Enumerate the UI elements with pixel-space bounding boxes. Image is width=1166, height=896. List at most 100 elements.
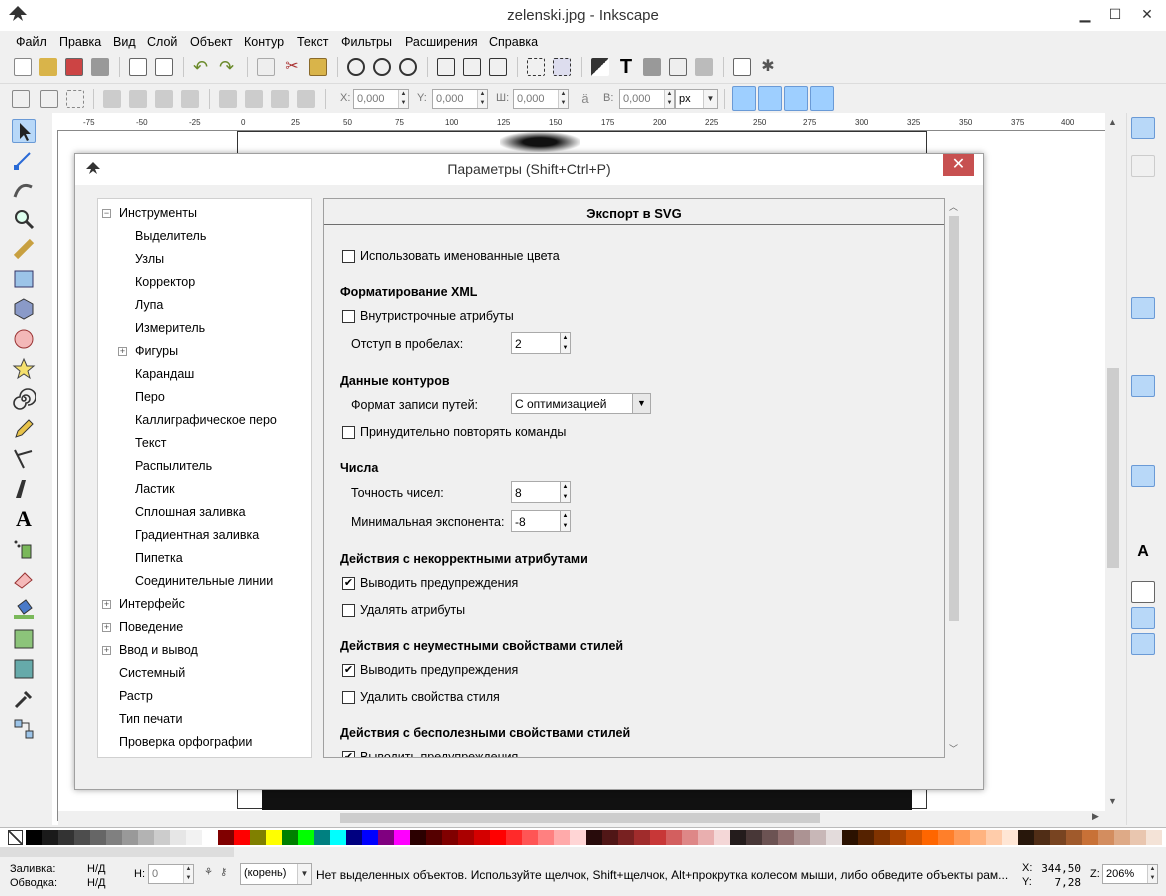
layer-select[interactable]: (корень) ▼ [240,863,312,885]
color-swatch[interactable] [778,830,794,845]
color-swatch[interactable] [890,830,906,845]
text-tool-icon[interactable]: A [12,507,36,531]
color-swatch[interactable] [554,830,570,845]
zoom-field[interactable]: 206% ▲ ▼ [1102,864,1158,884]
text-font-icon[interactable]: T [617,57,635,77]
gradient-tool-icon[interactable] [12,627,36,651]
measure-tool-icon[interactable] [12,237,36,261]
snap-others-icon[interactable] [1131,465,1155,487]
copy-icon[interactable] [257,58,275,76]
color-swatch[interactable] [810,830,826,845]
eraser-tool-icon[interactable] [12,567,36,591]
color-swatch[interactable] [202,830,218,845]
unlink-clone-icon[interactable] [489,58,507,76]
color-swatch[interactable] [394,830,410,845]
menu-path[interactable]: Контур [244,35,284,49]
precision-spinner[interactable]: ▲ ▼ [561,481,571,503]
new-document-icon[interactable] [14,58,32,76]
color-swatch[interactable] [490,830,506,845]
color-swatch[interactable] [954,830,970,845]
export-icon[interactable] [155,58,173,76]
color-swatch[interactable] [282,830,298,845]
unit-select[interactable]: px ▼ [675,89,718,109]
color-swatch[interactable] [858,830,874,845]
paint-bucket-tool-icon[interactable] [12,597,36,621]
color-swatch[interactable] [1050,830,1066,845]
dialog-close-button[interactable]: ✕ [943,154,974,176]
color-swatch[interactable] [650,830,666,845]
tree-item-io[interactable]: Ввод и вывод [119,643,198,657]
calligraphy-tool-icon[interactable] [12,477,36,501]
menu-help[interactable]: Справка [489,35,538,49]
color-swatch[interactable] [106,830,122,845]
tree-item-interface[interactable]: Интерфейс [119,597,185,611]
tree-item-dropper[interactable]: Пипетка [135,551,183,565]
layers-icon[interactable] [643,58,661,76]
no-paint-swatch[interactable] [8,830,23,845]
color-swatch[interactable] [842,830,858,845]
indent-field[interactable]: 2 [511,332,561,354]
force-repeat-checkbox[interactable] [342,426,355,439]
node-tool-icon[interactable] [12,149,36,173]
ellipse-tool-icon[interactable] [12,327,36,351]
pencil-tool-icon[interactable] [12,417,36,441]
canvas-vertical-scrollbar[interactable]: ▲ ▼ [1105,113,1121,825]
clone-icon[interactable] [463,58,481,76]
panel-scrollbar[interactable]: ︿ ﹀ [946,198,962,758]
color-swatch[interactable] [794,830,810,845]
bad-style-warn-checkbox[interactable]: ✔ [342,664,355,677]
color-swatch[interactable] [74,830,90,845]
zoom-tool-icon[interactable] [12,207,36,231]
snap-text-baseline-icon[interactable]: A [1131,543,1155,565]
tree-item-bitmaps[interactable]: Растр [119,689,153,703]
color-swatch[interactable] [122,830,138,845]
scroll-right-icon[interactable]: ▶ [1092,811,1099,822]
color-swatch[interactable] [714,830,730,845]
layer-visibility-icon[interactable]: ⚘ [204,867,216,879]
palette-scrollbar[interactable] [0,847,234,857]
transform-gradients-toggle[interactable] [784,86,808,111]
color-swatch[interactable] [970,830,986,845]
align-distribute-icon[interactable] [695,58,713,76]
spiral-tool-icon[interactable] [12,387,37,411]
bad-style-remove-checkbox[interactable] [342,691,355,704]
menu-extensions[interactable]: Расширения [405,35,478,49]
layer-lock-icon[interactable]: ⚷ [220,867,232,879]
tree-item-zoom[interactable]: Лупа [135,298,163,312]
color-swatch[interactable] [170,830,186,845]
snap-object-centers-icon[interactable] [1131,491,1155,513]
lower-to-bottom-icon[interactable] [297,90,315,108]
color-swatch[interactable] [90,830,106,845]
horizontal-scroll-thumb[interactable] [340,813,820,823]
bad-attrs-warn-checkbox[interactable]: ✔ [342,577,355,590]
mesh-tool-icon[interactable] [12,657,36,681]
color-swatch[interactable] [250,830,266,845]
tree-item-tweak[interactable]: Корректор [135,275,195,289]
color-swatch[interactable] [1034,830,1050,845]
color-swatch[interactable] [442,830,458,845]
color-swatch[interactable] [186,830,202,845]
color-swatch[interactable] [1066,830,1082,845]
color-swatch[interactable] [634,830,650,845]
y-field[interactable]: 0,000 ▲ ▼ [432,89,488,109]
color-swatch[interactable] [698,830,714,845]
tree-item-selector[interactable]: Выделитель [135,229,206,243]
precision-field[interactable]: 8 [511,481,561,503]
dropper-tool-icon[interactable] [12,687,36,711]
zoom-drawing-icon[interactable] [373,58,391,76]
raise-to-top-icon[interactable] [219,90,237,108]
snap-intersections-icon[interactable] [1131,349,1155,371]
color-swatch[interactable] [1098,830,1114,845]
deselect-icon[interactable] [66,90,84,108]
min-exponent-field[interactable]: -8 [511,510,561,532]
color-swatch[interactable] [266,830,282,845]
tree-item-tools[interactable]: Инструменты [119,206,197,220]
paste-icon[interactable] [309,58,327,76]
color-swatch[interactable] [730,830,746,845]
panel-scroll-down-icon[interactable]: ﹀ [949,742,958,755]
vertical-scroll-thumb[interactable] [1107,368,1119,568]
snap-nodes-icon[interactable] [1131,297,1155,319]
color-swatch[interactable] [746,830,762,845]
color-swatch[interactable] [58,830,74,845]
color-swatch[interactable] [234,830,250,845]
